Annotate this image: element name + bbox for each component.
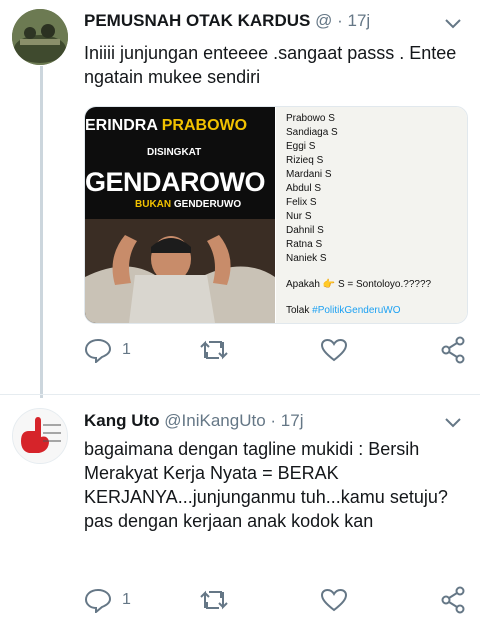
display-name[interactable]: Kang Uto	[84, 411, 160, 430]
share-icon[interactable]	[440, 586, 466, 619]
name-list-item: Naniek S	[286, 253, 327, 264]
avatar[interactable]	[12, 408, 68, 464]
banner-title-prabowo: PRABOWO	[161, 117, 248, 134]
tweet-text: bagaimana dengan tagline mukidi : Bersih…	[84, 439, 448, 531]
separator-dot: ·	[270, 411, 277, 430]
reply-count: 1	[122, 591, 131, 608]
retweet-icon[interactable]	[199, 588, 229, 617]
banner-title: ERINDRA PRABOWO	[85, 117, 247, 135]
hashtag-link[interactable]: #PolitikGenderuWO	[312, 305, 400, 316]
name-list-item: Sandiaga S	[286, 127, 338, 138]
photo-illustration	[85, 219, 275, 323]
banner-title-erindra: ERINDRA	[85, 117, 162, 134]
avatar[interactable]	[12, 9, 68, 65]
tweet-header: PEMUSNAH OTAK KARDUS @ · 17j	[84, 11, 370, 31]
question-pre: Apakah	[286, 279, 320, 290]
chevron-down-icon[interactable]	[442, 12, 464, 34]
reply-icon[interactable]	[84, 587, 112, 618]
reply-icon[interactable]	[84, 337, 112, 368]
name-list-item: Ratna S	[286, 239, 323, 250]
question-line: Apakah 👉 S = Sontoloyo.?????	[286, 279, 431, 290]
tweet-media[interactable]: ERINDRA PRABOWO DISINGKAT GENDAROWO BUKA…	[84, 106, 468, 324]
like-icon[interactable]	[320, 338, 348, 367]
like-icon[interactable]	[320, 588, 348, 617]
pointing-hand-icon: 👉	[322, 279, 336, 290]
tolak-line: Tolak #PolitikGenderuWO	[286, 305, 401, 316]
tweet-text: Iniiii junjungan enteeee .sangaat passs …	[84, 43, 457, 87]
banner-genderuwo: GENDERUWO	[173, 199, 242, 210]
timestamp[interactable]: 17j	[348, 11, 371, 30]
separator-dot: ·	[337, 11, 343, 30]
question-post: S = Sontoloyo.?????	[337, 279, 432, 290]
banner-main-word: GENDAROWO	[85, 167, 266, 197]
share-icon[interactable]	[440, 336, 466, 369]
name-list-item: Eggi S	[286, 141, 316, 152]
tolak-label: Tolak	[286, 305, 310, 316]
display-name[interactable]: PEMUSNAH OTAK KARDUS	[84, 11, 310, 30]
name-list-item: Nur S	[286, 211, 312, 222]
banner-subtitle: BUKAN GENDERUWO	[135, 199, 241, 210]
banner-bukan: BUKAN	[135, 199, 172, 210]
handle[interactable]: @	[315, 11, 332, 30]
retweet-icon[interactable]	[199, 338, 229, 367]
name-list-item: Dahnil S	[286, 225, 324, 236]
chevron-down-icon[interactable]	[442, 411, 464, 433]
media-left-panel: ERINDRA PRABOWO DISINGKAT GENDAROWO BUKA…	[85, 107, 275, 323]
name-list-item: Rizieq S	[286, 155, 324, 166]
name-list-item: Mardani S	[286, 169, 332, 180]
banner-disingkat: DISINGKAT	[147, 147, 202, 158]
name-list-item: Abdul S	[286, 183, 322, 194]
handle[interactable]: @IniKangUto	[164, 411, 265, 430]
thread-line	[40, 66, 43, 398]
media-right-panel: Prabowo S Sandiaga S Eggi S Rizieq S Mar…	[276, 107, 467, 323]
timestamp[interactable]: 17j	[281, 411, 304, 430]
tweet-divider	[0, 394, 480, 395]
reply-count: 1	[122, 341, 131, 358]
name-list-item: Prabowo S	[286, 113, 335, 124]
name-list-item: Felix S	[286, 197, 317, 208]
tweet-header: Kang Uto @IniKangUto · 17j	[84, 411, 303, 431]
